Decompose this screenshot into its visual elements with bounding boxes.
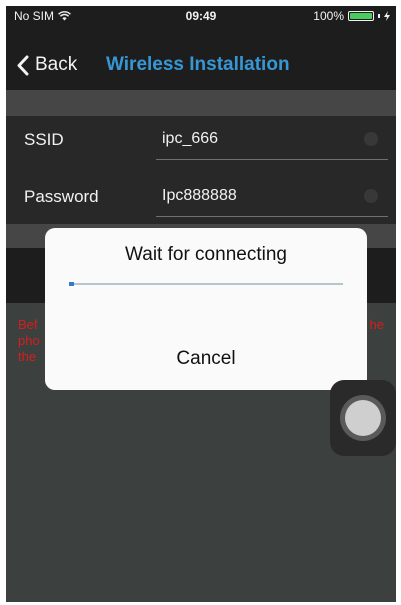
assistive-touch-button[interactable] [330,380,396,456]
cancel-button[interactable]: Cancel [45,348,367,370]
assistive-touch-icon [345,400,381,436]
phone-screen: No SIM 09:49 100% Back Wireless Installa… [6,6,396,602]
connecting-dialog: Wait for connecting Cancel [45,228,367,390]
assistive-touch-ring [340,395,386,441]
dialog-title: Wait for connecting [125,244,287,265]
connection-progress-bar [69,282,343,286]
progress-fill [69,282,75,286]
